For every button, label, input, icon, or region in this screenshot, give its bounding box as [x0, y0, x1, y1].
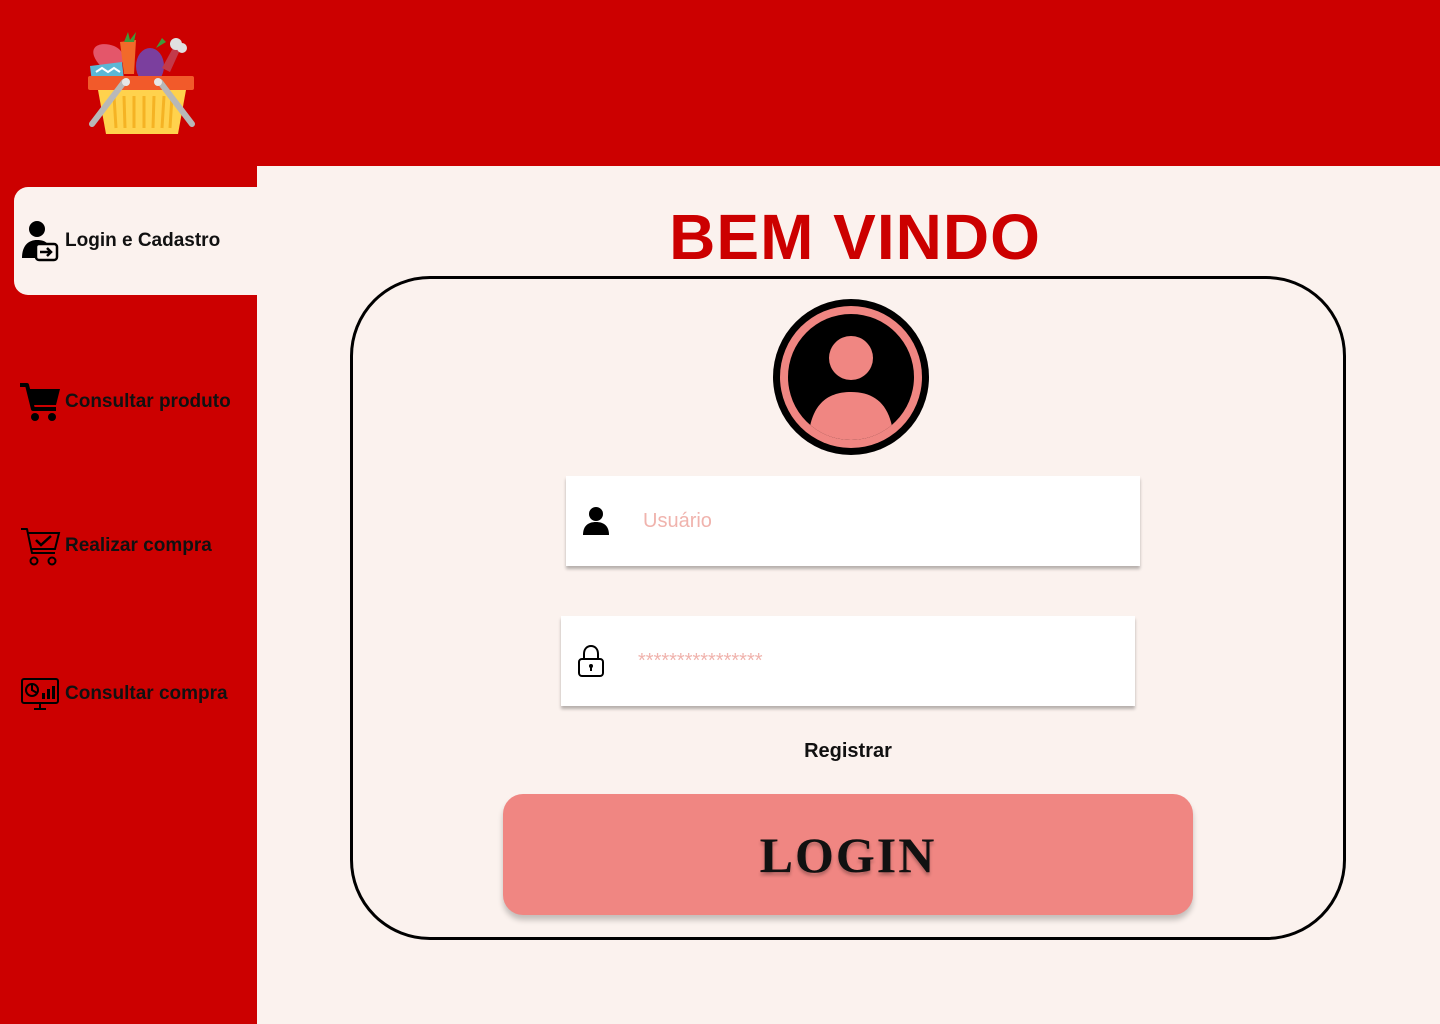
username-input[interactable]	[641, 500, 1105, 542]
monitor-chart-icon	[18, 672, 62, 716]
user-avatar-icon	[772, 298, 930, 456]
sidebar-item-login-cadastro[interactable]: Login e Cadastro	[14, 187, 257, 295]
sidebar-item-label: Consultar produto	[65, 391, 231, 412]
register-link[interactable]: Registrar	[748, 740, 948, 763]
sidebar-item-realizar-compra[interactable]: Realizar compra	[14, 492, 257, 600]
user-login-icon	[18, 219, 62, 263]
password-input[interactable]	[636, 640, 1100, 682]
page-title: BEM VINDO	[669, 201, 1041, 273]
sidebar-item-consultar-compra[interactable]: Consultar compra	[14, 640, 257, 748]
sidebar-item-label: Consultar compra	[65, 683, 228, 704]
app-logo	[84, 28, 200, 140]
login-button[interactable]: LOGIN	[503, 794, 1193, 915]
username-field	[566, 476, 1140, 566]
sidebar-item-consultar-produto[interactable]: Consultar produto	[14, 348, 257, 456]
user-icon	[582, 505, 610, 537]
sidebar-item-label: Login e Cadastro	[65, 230, 221, 251]
lock-icon	[577, 644, 605, 677]
password-field	[561, 616, 1135, 706]
grocery-basket-icon	[88, 32, 195, 134]
sidebar-item-label: Realizar compra	[65, 535, 212, 556]
shopping-cart-icon	[18, 380, 62, 424]
cart-check-icon	[18, 524, 62, 568]
